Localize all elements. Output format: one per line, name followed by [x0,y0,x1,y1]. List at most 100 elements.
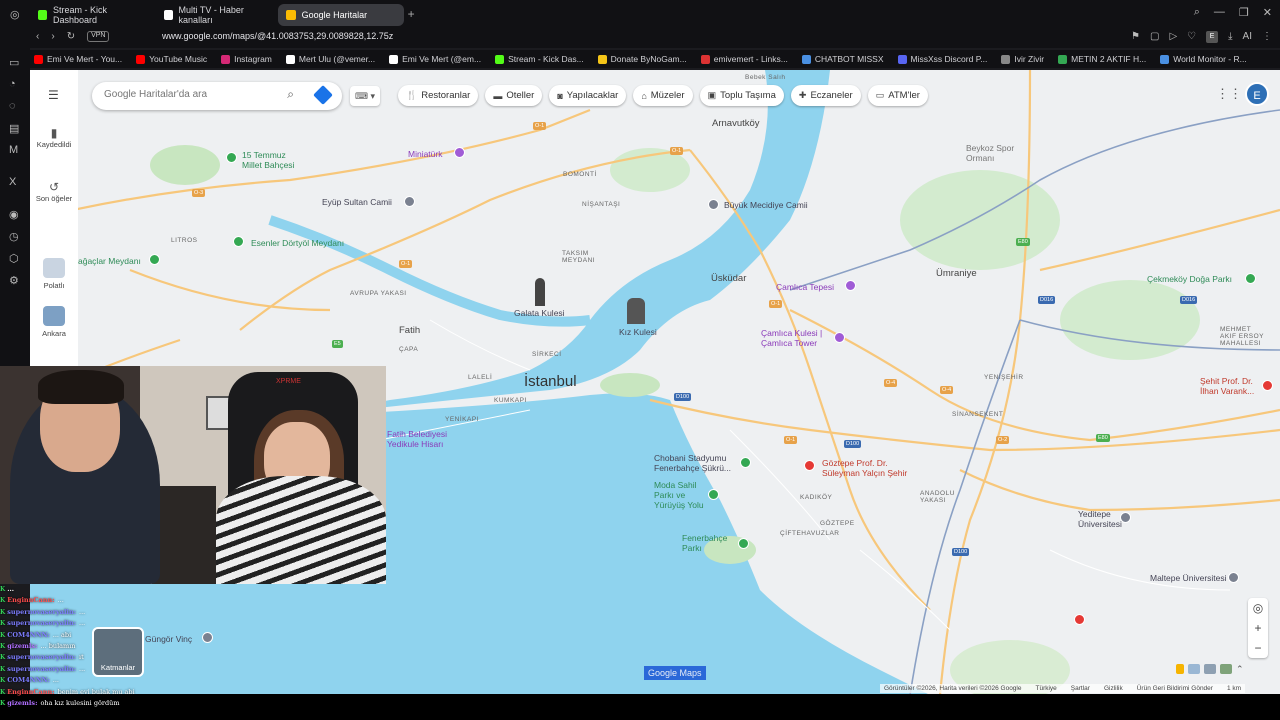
kick-badge-icon: K [0,688,6,696]
park-pin-icon[interactable] [226,152,237,163]
search-input[interactable] [104,89,274,100]
hospital-pin-icon[interactable] [1262,380,1273,391]
bookmark-item[interactable]: METIN 2 AKTIF H... [1058,54,1146,64]
bookmark-item[interactable]: Emi Ve Mert (@em... [389,54,481,64]
vpn-badge[interactable]: VPN [87,31,110,42]
zoom-out-button[interactable]: − [1248,638,1268,658]
download-icon[interactable]: ⤓ [1228,31,1232,43]
recent-button[interactable]: ↺ Son öğeler [30,180,78,203]
bookmark-item[interactable]: Donate ByNoGam... [597,54,687,64]
tab-google-maps[interactable]: Google Haritalar [277,4,404,26]
bookmark-item[interactable]: Ivir Zivir [1001,54,1044,64]
directions-icon[interactable] [313,85,333,105]
chip-label: Yapılacaklar [566,90,619,101]
mosque-pin-icon[interactable] [708,199,719,210]
footer-link[interactable]: Ürün Geri Bildirimi Gönder [1137,685,1213,692]
park-pin-icon[interactable] [233,236,244,247]
forward-icon[interactable]: › [51,31,54,42]
chip-bed[interactable]: ▬ Oteller [485,85,543,106]
pegman-icon[interactable] [1176,664,1184,674]
chip-atm[interactable]: ▭ ATM'ler [867,85,928,106]
university-pin-icon[interactable] [1228,572,1239,583]
browser-menu-icon[interactable]: ◎ [10,8,20,21]
search-box[interactable]: ⌕ [92,82,342,110]
viewpoint-pin-icon[interactable] [845,280,856,291]
bookmark-item[interactable]: Emi Ve Mert - You... [34,54,122,64]
park-pin-icon[interactable] [1245,273,1256,284]
restore-icon[interactable]: ❐ [1239,6,1249,19]
imagery-thumb-icon[interactable] [1188,664,1200,674]
mosque-pin-icon[interactable] [404,196,415,207]
imagery-thumb-icon[interactable] [1204,664,1216,674]
bookmark-item[interactable]: Stream - Kick Das... [495,54,584,64]
saved-button[interactable]: ▮ Kaydedildi [30,126,78,149]
m-icon[interactable]: M [9,144,18,156]
footer-link[interactable]: Türkiye [1035,685,1056,692]
bookmark-item[interactable]: CHATBOT MISSX [801,54,884,64]
workspaces-icon[interactable]: ▭ [9,56,19,69]
zoom-in-button[interactable]: + [1248,618,1268,638]
ai-button[interactable]: AI [1243,31,1252,43]
music-icon[interactable]: ◉ [9,208,19,221]
bookmark-item[interactable]: YouTube Music [136,54,207,64]
bookmark-item[interactable]: MissXss Discord P... [897,54,987,64]
bookmark-item[interactable]: Instagram [221,54,272,64]
tab-kick-dashboard[interactable]: Stream - Kick Dashboard [30,4,156,26]
imagery-thumb-icon[interactable] [1220,664,1232,674]
footer-link[interactable]: Şartlar [1071,685,1090,692]
snapshot-icon[interactable]: ▢ [1150,31,1159,43]
new-tab-button[interactable]: + [408,7,415,21]
recent-place-polatli[interactable]: Polatlı [30,258,78,290]
lighthouse-icon[interactable] [627,298,645,324]
footer-link[interactable]: 1 km [1227,685,1241,692]
back-icon[interactable]: ‹ [36,31,39,42]
profile-icon[interactable]: E [1206,31,1219,43]
chip-museum[interactable]: ⌂ Müzeler [633,85,693,106]
search-icon[interactable]: ⌕ [287,87,294,102]
play-icon[interactable]: ▷ [1169,31,1177,43]
park-pin-icon[interactable] [738,538,749,549]
museum-pin-icon[interactable] [454,147,465,158]
tab-multi-tv[interactable]: Multi TV - Haber kanalları [156,4,278,26]
hospital-pin-icon[interactable] [804,460,815,471]
whatsapp-icon[interactable]: ◌ [9,100,16,112]
messenger-icon[interactable]: ◔ [9,78,16,90]
expand-icon[interactable]: ⌃ [1236,664,1248,674]
settings-icon[interactable]: ⚙ [9,274,19,287]
chip-bus[interactable]: ▣ Toplu Taşıma [699,85,784,106]
university-pin-icon[interactable] [1120,512,1131,523]
footer-link[interactable]: Gizlilik [1104,685,1123,692]
more-icon[interactable]: ⋮ [1262,31,1272,43]
bookmark-item[interactable]: emivemert - Links... [700,54,788,64]
my-location-icon[interactable]: ◎ [1248,598,1268,618]
close-icon[interactable]: ✕ [1263,6,1272,19]
x-icon[interactable]: X [9,176,16,188]
chip-pharmacy[interactable]: ✚ Eczaneler [790,85,861,106]
reload-icon[interactable]: ↻ [67,31,75,42]
bookmark-item[interactable]: Mert Ulu (@vemer... [285,54,375,64]
search-icon[interactable]: ⌕ [1194,6,1200,19]
menu-icon[interactable]: ☰ [48,88,59,102]
bookmark-item[interactable]: World Monitor - R... [1160,54,1247,64]
keyboard-icon[interactable]: ⌨ ▾ [350,86,380,106]
recent-place-ankara[interactable]: Ankara [30,306,78,338]
url-field[interactable]: www.google.com/maps/@41.0083753,29.00898… [162,31,393,41]
label-sehit: Şehit Prof. Dr. İlhan Varank... [1200,376,1255,396]
account-avatar[interactable]: E [1245,82,1269,106]
park-pin-icon[interactable] [149,254,160,265]
bookmark-icon[interactable]: ⚑ [1131,31,1140,43]
apps-grid-icon[interactable]: ⋮⋮ [1216,86,1242,102]
history-icon[interactable]: ▤ [9,122,19,135]
hospital-pin-icon[interactable] [1074,614,1085,625]
park-pin-icon[interactable] [708,489,719,500]
extensions-icon[interactable]: ⬡ [9,252,19,265]
heart-icon[interactable]: ♡ [1187,31,1196,43]
clock-icon[interactable]: ◷ [9,230,19,243]
chip-camera[interactable]: ◙ Yapılacaklar [549,85,627,106]
minimize-icon[interactable]: — [1214,6,1225,19]
stadium-pin-icon[interactable] [740,457,751,468]
kick-badge-icon: K [0,597,6,605]
chip-fork[interactable]: 🍴 Restoranlar [398,85,479,106]
tower-pin-icon[interactable] [834,332,845,343]
tower-icon[interactable] [535,278,545,306]
